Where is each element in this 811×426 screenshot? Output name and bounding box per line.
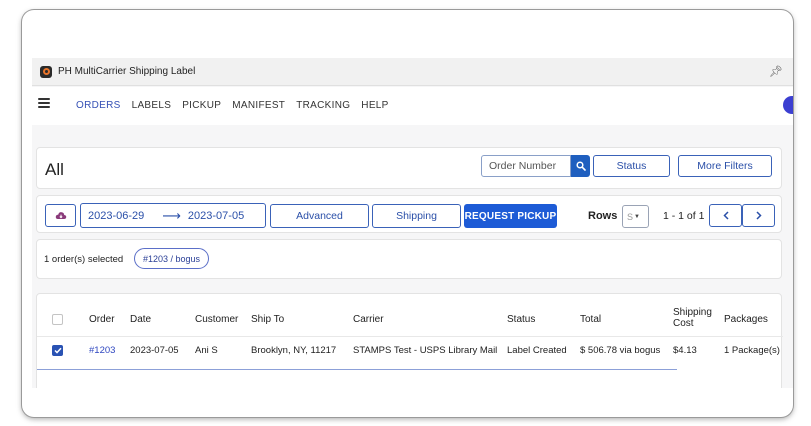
rows-select-value: S — [627, 211, 634, 222]
window-frame: PH MultiCarrier Shipping Label 📌︎ ORDERS… — [22, 10, 793, 417]
order-number-input[interactable] — [481, 155, 571, 177]
cell-carrier: STAMPS Test - USPS Library Mail — [353, 345, 498, 356]
toolbar-card: 2023-06-29 ⟶ 2023-07-05 Advanced Shippin… — [36, 195, 782, 233]
top-nav: ORDERS LABELS PICKUP MANIFEST TRACKING H… — [32, 87, 793, 125]
header-shipping-cost[interactable]: Shipping Cost — [673, 307, 712, 329]
app-logo-icon — [40, 65, 52, 78]
nav-items: ORDERS LABELS PICKUP MANIFEST TRACKING H… — [76, 100, 400, 111]
status-button[interactable]: Status — [593, 155, 670, 177]
cell-date: 2023-07-05 — [130, 345, 179, 356]
date-from[interactable]: 2023-06-29 — [88, 210, 144, 222]
next-page-button[interactable] — [742, 204, 775, 227]
chevron-right-icon — [755, 211, 762, 220]
cell-ship-to: Brooklyn, NY, 11217 — [251, 345, 337, 356]
header-customer[interactable]: Customer — [195, 314, 238, 325]
cell-shipping-cost: $4.13 — [673, 345, 697, 356]
app-container: PH MultiCarrier Shipping Label 📌︎ ORDERS… — [32, 58, 793, 388]
date-range-picker[interactable]: 2023-06-29 ⟶ 2023-07-05 — [80, 203, 266, 228]
cell-total: $ 506.78 via bogus — [580, 345, 661, 356]
selected-order-chip[interactable]: #1203 / bogus — [134, 248, 209, 269]
header-packages[interactable]: Packages — [724, 314, 768, 325]
header-shipping-cost-line2: Cost — [673, 318, 694, 329]
more-filters-button[interactable]: More Filters — [678, 155, 772, 177]
header-shipping-cost-line1: Shipping — [673, 307, 712, 318]
app-title: PH MultiCarrier Shipping Label — [58, 66, 196, 77]
nav-item-pickup[interactable]: PICKUP — [182, 100, 221, 111]
date-to[interactable]: 2023-07-05 — [188, 210, 244, 222]
filter-card: All Status More Filters — [36, 147, 782, 189]
advanced-button[interactable]: Advanced — [270, 204, 369, 228]
header-order[interactable]: Order — [89, 314, 115, 325]
nav-item-help[interactable]: HELP — [361, 100, 388, 111]
cell-customer: Ani S — [195, 345, 218, 356]
selected-count: 1 order(s) selected — [44, 254, 124, 265]
page-title: All — [45, 160, 64, 179]
search-button[interactable] — [571, 155, 590, 177]
title-bar: PH MultiCarrier Shipping Label 📌︎ — [32, 58, 793, 86]
hamburger-menu-icon[interactable] — [38, 98, 50, 108]
request-pickup-button[interactable]: REQUEST PICKUP — [464, 204, 557, 228]
cell-status: Label Created — [507, 345, 567, 356]
download-button[interactable] — [45, 204, 76, 227]
nav-item-orders[interactable]: ORDERS — [76, 100, 121, 111]
shipping-button[interactable]: Shipping — [372, 204, 461, 228]
header-carrier[interactable]: Carrier — [353, 314, 384, 325]
chevron-left-icon — [722, 211, 729, 220]
selection-card: 1 order(s) selected #1203 / bogus — [36, 239, 782, 279]
search-icon — [575, 161, 586, 171]
orders-table: Order Date Customer Ship To Carrier Stat… — [36, 293, 783, 388]
horizontal-scrollbar[interactable] — [37, 369, 677, 370]
nav-item-manifest[interactable]: MANIFEST — [232, 100, 285, 111]
nav-item-labels[interactable]: LABELS — [132, 100, 172, 111]
pin-icon[interactable]: 📌︎ — [769, 65, 783, 78]
pagination-text: 1 - 1 of 1 — [663, 210, 705, 222]
avatar[interactable] — [783, 96, 793, 114]
header-divider — [37, 336, 783, 337]
previous-page-button[interactable] — [709, 204, 742, 227]
arrow-right-icon: ⟶ — [162, 207, 181, 223]
cell-order-link[interactable]: #1203 — [89, 345, 115, 356]
header-date[interactable]: Date — [130, 314, 151, 325]
rows-label: Rows — [588, 210, 618, 222]
select-all-checkbox[interactable] — [52, 314, 63, 325]
cell-packages: 1 Package(s) — [724, 345, 780, 356]
checkmark-icon — [53, 347, 62, 354]
nav-item-tracking[interactable]: TRACKING — [296, 100, 350, 111]
header-ship-to[interactable]: Ship To — [251, 314, 284, 325]
header-status[interactable]: Status — [507, 314, 535, 325]
cloud-download-icon — [55, 212, 66, 219]
rows-select[interactable]: S ▼ — [622, 205, 649, 228]
caret-down-icon: ▼ — [634, 213, 640, 220]
header-total[interactable]: Total — [580, 314, 601, 325]
row-checkbox[interactable] — [52, 345, 63, 356]
